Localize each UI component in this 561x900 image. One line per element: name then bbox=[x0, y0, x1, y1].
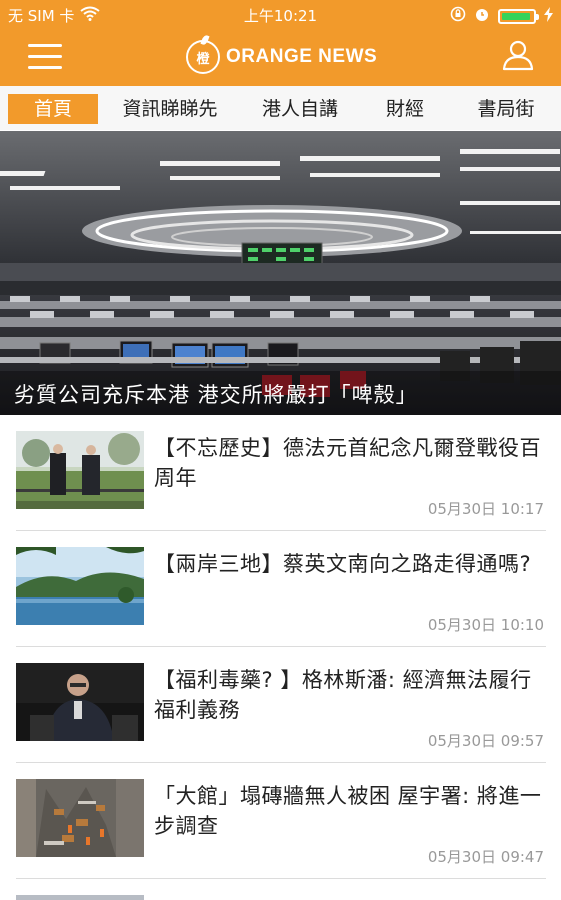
status-right bbox=[450, 6, 553, 26]
tab-finance[interactable]: 財經 bbox=[372, 94, 438, 124]
news-item[interactable]: 「大館」塌磚牆無人被困 屋宇署: 將進一步調查 05月30日 09:47 bbox=[16, 763, 546, 879]
news-thumbnail bbox=[16, 663, 144, 741]
news-item-partial[interactable] bbox=[16, 879, 546, 900]
hamburger-icon bbox=[28, 44, 62, 47]
logo-text: ORANGE NEWS bbox=[226, 46, 378, 67]
news-thumbnail bbox=[16, 895, 144, 900]
orientation-lock-icon bbox=[450, 6, 466, 26]
news-time: 05月30日 10:17 bbox=[427, 500, 544, 518]
alarm-icon bbox=[474, 6, 490, 26]
top-bar: 无 SIM 卡 上午10:21 橙 ORANGE NEWS bbox=[0, 0, 561, 86]
news-item[interactable]: 【福利毒藥? 】格林斯潘: 經濟無法履行福利義務 05月30日 09:57 bbox=[16, 647, 546, 763]
category-tabs: 首頁 資訊睇睇先 港人自講 財經 書局街 bbox=[0, 86, 561, 130]
news-title: 【不忘歷史】德法元首紀念凡爾登戰役百周年 bbox=[154, 436, 541, 490]
news-time: 05月30日 09:57 bbox=[427, 732, 544, 750]
news-thumbnail bbox=[16, 779, 144, 857]
logo: 橙 ORANGE NEWS bbox=[186, 40, 377, 74]
news-time: 05月30日 10:10 bbox=[427, 616, 544, 634]
news-item[interactable]: 【兩岸三地】蔡英文南向之路走得通嗎? 05月30日 10:10 bbox=[16, 531, 546, 647]
hero-title: 劣質公司充斥本港 港交所將嚴打「啤殼」 bbox=[14, 383, 418, 407]
tab-hk-people-speak[interactable]: 港人自講 bbox=[250, 94, 350, 124]
tab-bookstore-street[interactable]: 書局街 bbox=[458, 94, 554, 124]
status-bar: 无 SIM 卡 上午10:21 bbox=[0, 0, 561, 30]
user-profile-button[interactable] bbox=[501, 38, 535, 72]
news-item[interactable]: 【不忘歷史】德法元首紀念凡爾登戰役百周年 05月30日 10:17 bbox=[16, 415, 546, 531]
news-time: 05月30日 09:47 bbox=[427, 848, 544, 866]
news-title: 「大館」塌磚牆無人被困 屋宇署: 將進一步調查 bbox=[154, 784, 542, 838]
logo-mark: 橙 bbox=[186, 40, 220, 74]
battery-icon bbox=[498, 8, 539, 24]
news-title: 【兩岸三地】蔡英文南向之路走得通嗎? bbox=[154, 552, 532, 576]
news-thumbnail bbox=[16, 431, 144, 509]
user-icon bbox=[502, 40, 534, 71]
tab-home[interactable]: 首頁 bbox=[8, 94, 98, 124]
nav-bar: 橙 ORANGE NEWS bbox=[0, 30, 561, 86]
news-title: 【福利毒藥? 】格林斯潘: 經濟無法履行福利義務 bbox=[154, 668, 532, 722]
menu-button[interactable] bbox=[28, 44, 62, 70]
tab-news-briefing[interactable]: 資訊睇睇先 bbox=[110, 94, 230, 124]
hero-article[interactable]: 劣質公司充斥本港 港交所將嚴打「啤殼」 bbox=[0, 131, 561, 415]
charging-icon bbox=[544, 6, 553, 26]
news-thumbnail bbox=[16, 547, 144, 625]
